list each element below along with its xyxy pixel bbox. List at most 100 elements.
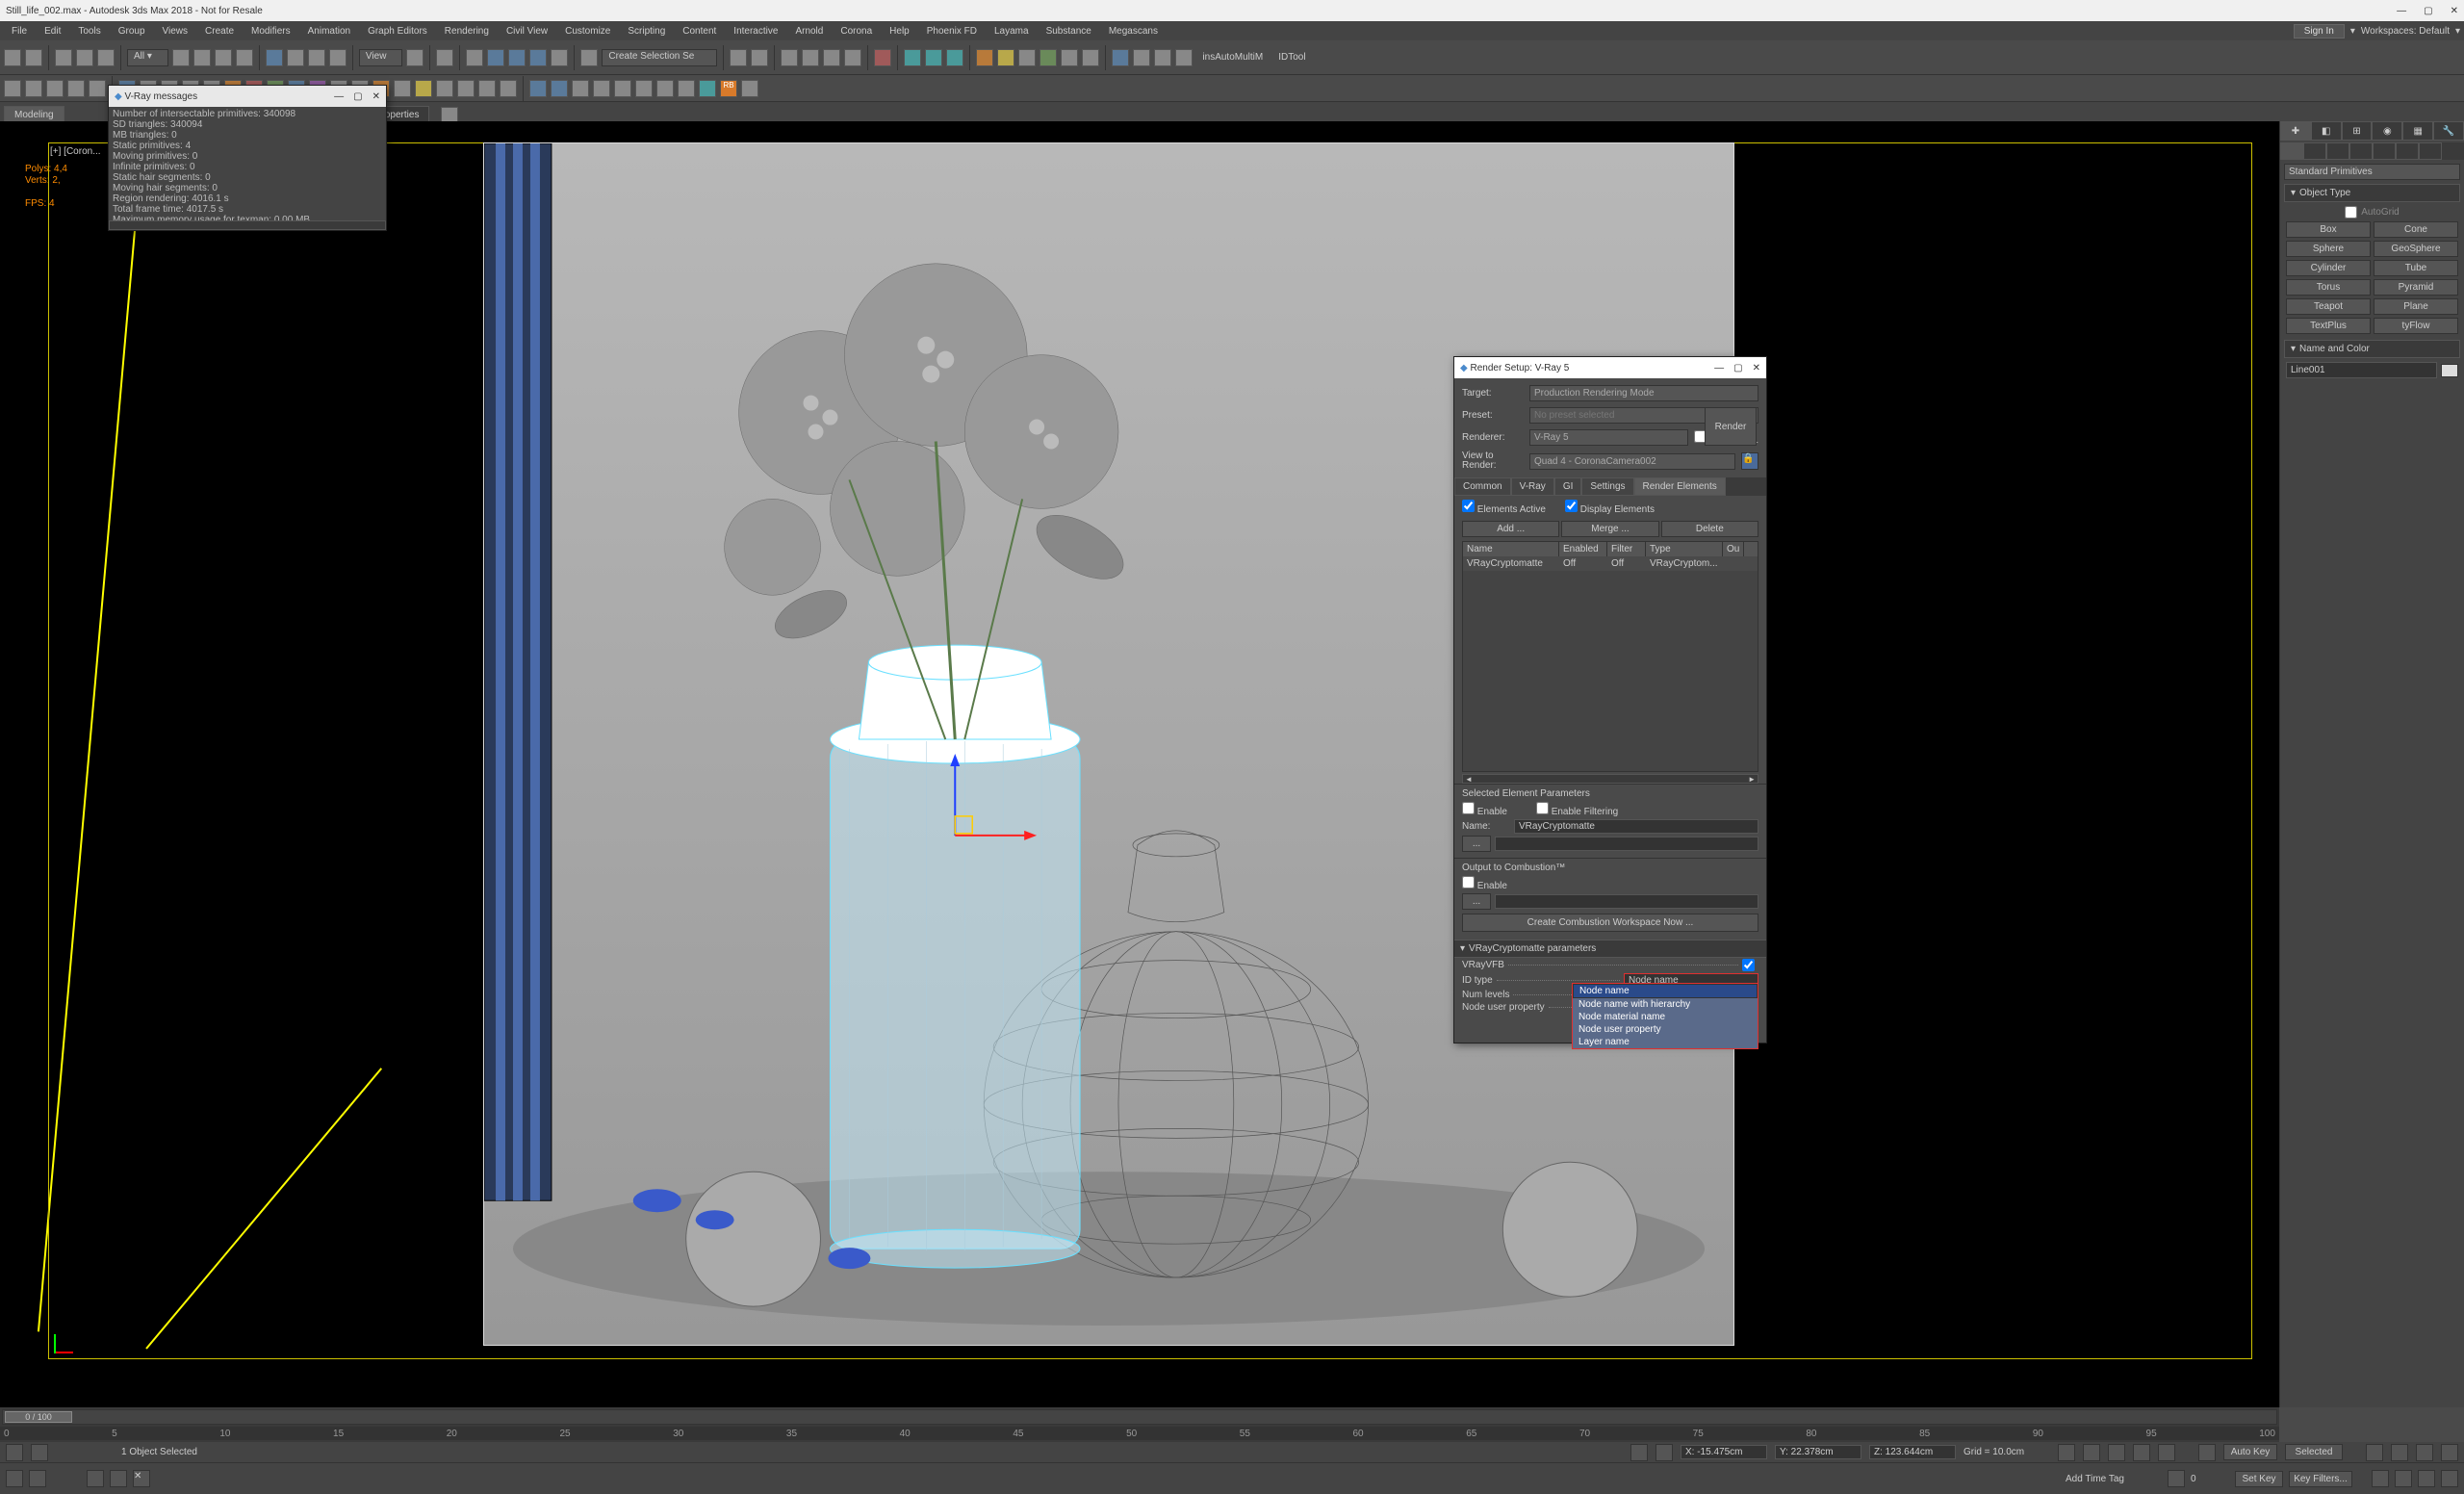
selection-lock-icon[interactable] [1656, 1444, 1673, 1461]
isolate-icon[interactable] [1630, 1444, 1648, 1461]
lights-icon[interactable] [2326, 142, 2349, 160]
tab-render-elements[interactable]: Render Elements [1634, 477, 1726, 496]
geometry-icon[interactable] [2280, 142, 2303, 160]
utilities-tab-icon[interactable]: 🔧 [2433, 121, 2464, 141]
primitive-sphere[interactable]: Sphere [2286, 241, 2371, 257]
schematic-view-icon[interactable] [844, 49, 861, 66]
time-config-icon[interactable] [2168, 1470, 2185, 1487]
enable-filtering-checkbox[interactable] [1536, 802, 1549, 814]
select-icon[interactable] [172, 49, 190, 66]
dd-option-layer[interactable]: Layer name [1573, 1036, 1758, 1048]
menu-content[interactable]: Content [675, 24, 724, 39]
sec-icon-28[interactable] [593, 80, 610, 97]
select-rect-icon[interactable] [215, 49, 232, 66]
nav-1-icon[interactable] [2366, 1444, 2383, 1461]
insautomulti-label[interactable]: insAutoMultiM [1196, 52, 1269, 63]
sec-icon-26[interactable] [551, 80, 568, 97]
menu-modifiers[interactable]: Modifiers [244, 24, 298, 39]
zoom-icon[interactable] [2418, 1470, 2435, 1487]
pan-icon[interactable] [2372, 1470, 2389, 1487]
tool-icon-8[interactable] [1175, 49, 1193, 66]
keyfilters-button[interactable]: Key Filters... [2289, 1471, 2352, 1487]
vray-icon[interactable] [1112, 49, 1129, 66]
layer-explorer-icon[interactable] [781, 49, 798, 66]
lock-icon[interactable] [31, 1444, 48, 1461]
menu-corona[interactable]: Corona [833, 24, 880, 39]
link-icon[interactable] [55, 49, 72, 66]
tool-icon-4[interactable] [1061, 49, 1078, 66]
render-minimize-icon[interactable]: — [1714, 363, 1724, 374]
time-slider[interactable]: 0 / 100 [2, 1409, 2277, 1425]
render-close-icon[interactable]: ✕ [1753, 363, 1760, 374]
sec-icon-31[interactable] [656, 80, 674, 97]
tool-icon-6[interactable] [1133, 49, 1150, 66]
next-frame-icon[interactable] [2133, 1444, 2150, 1461]
curve-editor-icon[interactable] [823, 49, 840, 66]
undo-icon[interactable] [4, 49, 21, 66]
hierarchy-tab-icon[interactable]: ⊞ [2342, 121, 2373, 141]
object-name-input[interactable] [2286, 362, 2437, 378]
dd-option-material[interactable]: Node material name [1573, 1011, 1758, 1023]
bind-icon[interactable] [97, 49, 115, 66]
tab-vray[interactable]: V-Ray [1511, 477, 1554, 496]
zoom-all-icon[interactable] [2441, 1470, 2458, 1487]
toggle-ribbon-icon[interactable] [802, 49, 819, 66]
create-combustion-button[interactable]: Create Combustion Workspace Now ... [1462, 914, 1758, 932]
menu-layama[interactable]: Layama [987, 24, 1037, 39]
rendered-frame-icon[interactable] [925, 49, 942, 66]
key-mode-icon[interactable] [2198, 1444, 2216, 1461]
dd-option-hierarchy[interactable]: Node name with hierarchy [1573, 998, 1758, 1011]
path-button[interactable]: ... [1462, 836, 1491, 852]
primitive-plane[interactable]: Plane [2374, 298, 2458, 315]
menu-customize[interactable]: Customize [557, 24, 618, 39]
render-maximize-icon[interactable]: ▢ [1733, 363, 1742, 374]
menu-views[interactable]: Views [155, 24, 196, 39]
selection-filter[interactable]: All ▾ [127, 49, 168, 66]
select-place-icon[interactable] [329, 49, 346, 66]
listener-icon[interactable] [6, 1470, 23, 1487]
menu-help[interactable]: Help [882, 24, 917, 39]
tool-icon-1[interactable] [997, 49, 1014, 66]
arc-rotate-icon[interactable] [2395, 1470, 2412, 1487]
menu-civil-view[interactable]: Civil View [499, 24, 555, 39]
sec-icon-21[interactable] [436, 80, 453, 97]
sec-icon-30[interactable] [635, 80, 653, 97]
elements-hscroll[interactable] [1462, 774, 1758, 784]
target-dropdown[interactable]: Production Rendering Mode [1529, 385, 1758, 401]
primitive-geosphere[interactable]: GeoSphere [2374, 241, 2458, 257]
select-rotate-icon[interactable] [287, 49, 304, 66]
prev-frame-icon[interactable] [2083, 1444, 2100, 1461]
tool-icon-5[interactable] [1082, 49, 1099, 66]
setkey-button[interactable]: Set Key [2235, 1471, 2283, 1487]
sec-icon-23[interactable] [478, 80, 496, 97]
sec-icon-22[interactable] [457, 80, 475, 97]
manipulate-icon[interactable] [436, 49, 453, 66]
dd-option-nodename[interactable]: Node name [1573, 984, 1758, 998]
nav-3-icon[interactable] [2416, 1444, 2433, 1461]
sec-icon-3[interactable] [46, 80, 64, 97]
sec-icon-34[interactable] [741, 80, 758, 97]
addtimetag-label[interactable]: Add Time Tag [2066, 1474, 2162, 1484]
menu-interactive[interactable]: Interactive [726, 24, 785, 39]
unlink-icon[interactable] [76, 49, 93, 66]
msg-close-icon[interactable]: ✕ [372, 91, 380, 102]
motion-tab-icon[interactable]: ◉ [2372, 121, 2402, 141]
name-color-rollout[interactable]: ▾ Name and Color [2284, 340, 2460, 358]
current-frame-input[interactable]: 0 [2191, 1474, 2229, 1484]
spinner-snap-icon[interactable] [551, 49, 568, 66]
menu-group[interactable]: Group [111, 24, 153, 39]
menu-create[interactable]: Create [197, 24, 242, 39]
tab-close-icon[interactable]: ✕ [133, 1470, 150, 1487]
menu-tools[interactable]: Tools [70, 24, 108, 39]
time-ruler[interactable]: 0510152025303540455055606570758085909510… [0, 1427, 2279, 1440]
play-icon[interactable] [2108, 1444, 2125, 1461]
primitive-cylinder[interactable]: Cylinder [2286, 260, 2371, 276]
shapes-icon[interactable] [2303, 142, 2326, 160]
workspace-selector[interactable]: Workspaces: Default [2361, 26, 2450, 37]
time-slider-knob[interactable]: 0 / 100 [5, 1411, 72, 1423]
merge-element-button[interactable]: Merge ... [1561, 521, 1658, 537]
element-path-input[interactable] [1495, 837, 1758, 851]
primitive-tube[interactable]: Tube [2374, 260, 2458, 276]
display-tab-icon[interactable]: ▦ [2402, 121, 2433, 141]
select-name-icon[interactable] [193, 49, 211, 66]
